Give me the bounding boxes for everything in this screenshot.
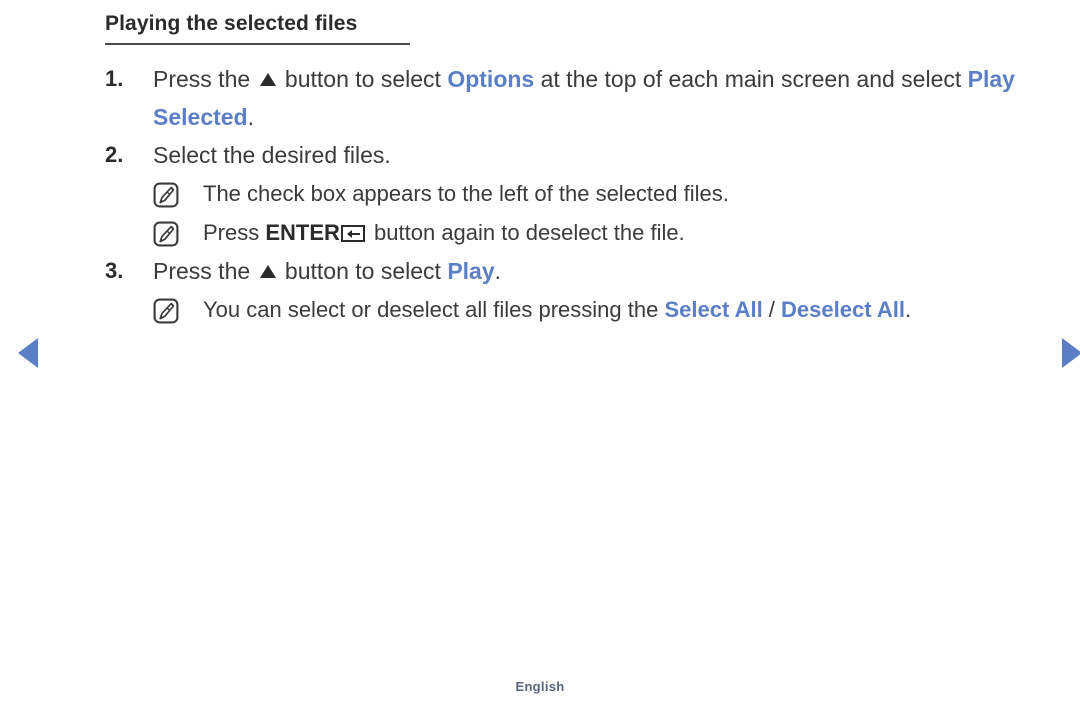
triangle-up-icon [259, 73, 276, 86]
note-text: You can select or deselect all files pre… [203, 290, 1035, 329]
note-icon-slot [153, 213, 203, 247]
body-text: Press [203, 220, 266, 245]
note-pencil-icon [153, 182, 179, 213]
note-text: Press ENTER button again to deselect the… [203, 213, 1035, 252]
highlighted-term: Play [447, 258, 495, 284]
step-text: Press the button to select Play. [153, 252, 1035, 290]
note-icon-slot [153, 290, 203, 324]
body-text: at the top of each main screen and selec… [534, 66, 968, 92]
body-text: Press the [153, 66, 257, 92]
body-text: button to select [278, 66, 448, 92]
highlighted-term: Deselect All [781, 297, 905, 322]
note-icon-slot [153, 174, 203, 208]
step-text: Press the button to select Options at th… [153, 60, 1035, 136]
previous-page-arrow-icon[interactable] [18, 338, 38, 368]
body-text: button again to deselect the file. [367, 220, 685, 245]
instruction-steps: 1. Press the button to select Options at … [105, 60, 1035, 329]
highlighted-term: Options [447, 66, 535, 92]
list-item: 1. Press the button to select Options at … [105, 60, 1035, 136]
step-number: 2. [105, 142, 124, 167]
note-item: The check box appears to the left of the… [153, 174, 1035, 213]
step-number: 3. [105, 258, 124, 283]
step-text: Select the desired files. [153, 136, 1035, 174]
note-pencil-icon [153, 221, 179, 252]
body-text: You can select or deselect all files pre… [203, 297, 665, 322]
separator-label: / [762, 297, 782, 322]
triangle-up-icon [259, 265, 276, 278]
note-text: The check box appears to the left of the… [203, 174, 1035, 213]
body-text: Press the [153, 258, 257, 284]
note-item: You can select or deselect all files pre… [153, 290, 1035, 329]
body-text: . [904, 297, 912, 322]
note-pencil-icon [153, 298, 179, 329]
enter-key-icon [340, 225, 365, 242]
next-page-arrow-icon[interactable] [1062, 338, 1080, 368]
page-title: Playing the selected files [105, 12, 410, 45]
body-text: . [494, 258, 502, 284]
footer-language-label: English [515, 679, 565, 694]
list-item: 3. Press the button to select Play. [105, 252, 1035, 290]
body-text: button to select [278, 258, 448, 284]
highlighted-term: Select All [664, 297, 763, 322]
step-number: 1. [105, 66, 124, 91]
key-name-label: ENTER [265, 220, 340, 245]
body-text: Select the desired files. [153, 142, 391, 168]
note-item: Press ENTER button again to deselect the… [153, 213, 1035, 252]
body-text: . [247, 104, 254, 130]
body-text: The check box appears to the left of the… [203, 181, 729, 206]
list-item: 2. Select the desired files. [105, 136, 1035, 174]
